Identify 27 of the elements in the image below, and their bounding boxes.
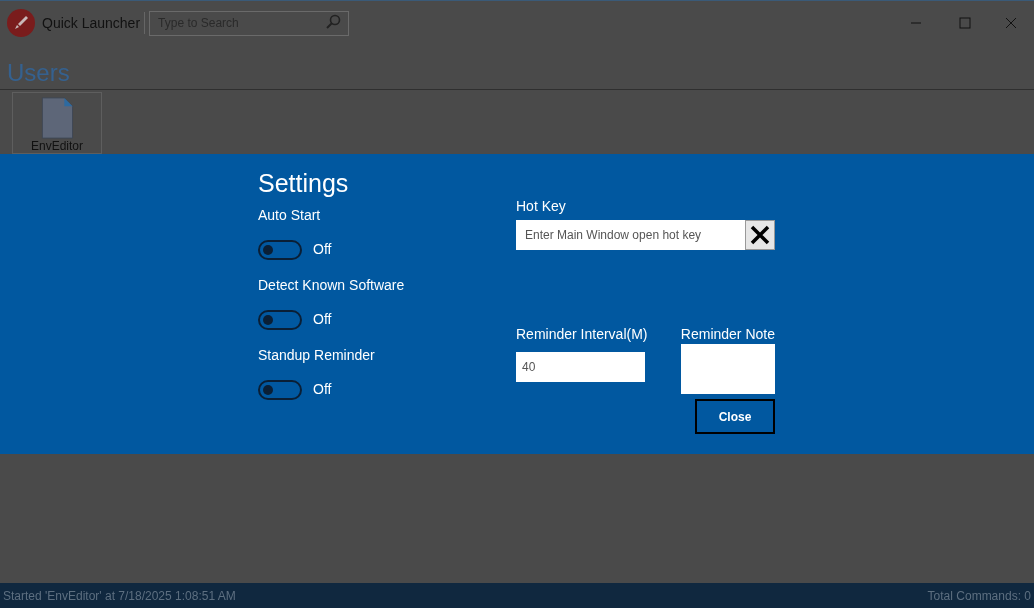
- search-icon: [325, 14, 342, 31]
- clear-button[interactable]: [745, 220, 775, 250]
- field-label: Reminder Note: [680, 325, 775, 344]
- toggle-switch[interactable]: [258, 309, 302, 330]
- close-button[interactable]: Close: [695, 399, 775, 434]
- reminder-note-field[interactable]: [681, 344, 775, 394]
- settings-title: Settings: [258, 168, 350, 198]
- group-heading: Users: [0, 45, 1034, 90]
- toggle-label: Detect Known Software: [258, 276, 406, 295]
- field-label: Hot Key: [516, 197, 567, 216]
- hot-key-field[interactable]: Enter Main Window open hot key: [516, 220, 745, 250]
- toggle-switch[interactable]: [258, 239, 302, 260]
- toggle-label: Auto Start: [258, 206, 322, 225]
- close-icon: [750, 225, 770, 245]
- toggle-state: Off: [313, 380, 332, 399]
- toggle-label: Standup Reminder: [258, 346, 376, 365]
- command-count: Total Commands: 0: [927, 587, 1031, 605]
- document-icon: [39, 97, 75, 139]
- toggle-state: Off: [313, 240, 332, 259]
- field-label: Reminder Interval(M): [516, 325, 648, 344]
- status-text: Started 'EnvEditor' at 7/18/2025 1:08:51 AM: [3, 587, 236, 605]
- toggle-switch[interactable]: [258, 379, 302, 400]
- close-icon[interactable]: [1005, 17, 1017, 29]
- window-title: Quick Launcher: [42, 13, 141, 33]
- reminder-interval-field[interactable]: 40: [516, 352, 645, 382]
- toggle-state: Off: [313, 310, 332, 329]
- maximize-icon[interactable]: [959, 17, 971, 29]
